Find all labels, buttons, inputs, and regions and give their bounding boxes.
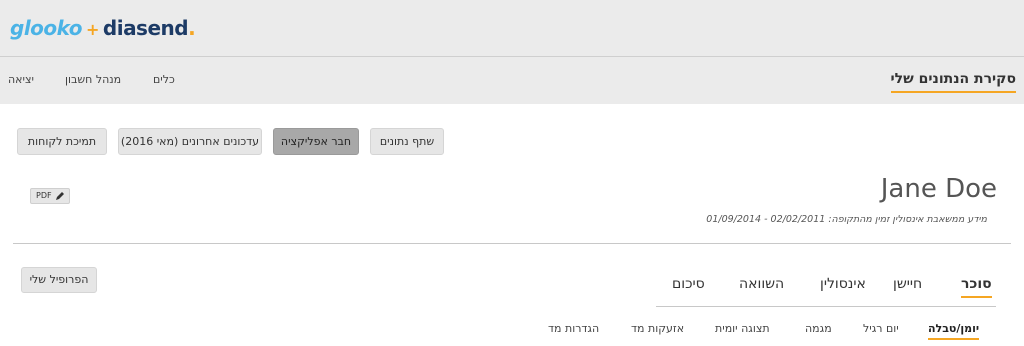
section-divider [13, 243, 1011, 244]
logo-diasend: diasend [102, 16, 189, 40]
nav-link-tools[interactable]: כלים [153, 73, 175, 86]
nav-link-account-manager[interactable]: מנהל חשבון [65, 73, 121, 86]
pencil-icon [56, 192, 64, 200]
nav-bar: כלים מנהל חשבון יציאה סקירת הנתונים שלי [0, 57, 1024, 104]
recent-updates-button[interactable]: עדכונים אחרונים (מאי 2016) [118, 128, 262, 155]
connect-app-button[interactable]: חבר אפליקציה [273, 128, 359, 155]
my-profile-button[interactable]: הפרופיל שלי [21, 267, 97, 293]
subtab-logbook[interactable]: יומן/טבלה [928, 322, 980, 340]
tab-summary[interactable]: סיכום [672, 276, 705, 292]
logo-plus: + [85, 20, 99, 39]
pdf-button[interactable]: PDF [30, 188, 70, 204]
tabs-underline [656, 306, 996, 307]
pdf-label: PDF [36, 191, 52, 200]
tab-glucose[interactable]: סוכר [961, 276, 992, 298]
subtab-typical-day[interactable]: יום רגיל [863, 322, 899, 335]
share-data-button[interactable]: שתף נתונים [370, 128, 444, 155]
logo-glooko: glooko [10, 16, 82, 40]
tab-comparison[interactable]: השוואה [739, 276, 784, 292]
data-period-text: מידע ממשאבת אינסולין זמין מהתקופה: 02/02… [706, 214, 987, 225]
customer-support-button[interactable]: תמיכת לקוחות [17, 128, 107, 155]
tab-insulin[interactable]: אינסולין [820, 276, 866, 292]
subtab-trend[interactable]: מגמה [805, 322, 832, 335]
logo-dot: . [188, 16, 196, 40]
page-title: סקירת הנתונים שלי [890, 71, 1016, 93]
top-header: glooko + diasend. [0, 0, 1024, 57]
tab-sensor[interactable]: חיישן [893, 276, 922, 292]
subtab-meter-alarms[interactable]: אזעקות מד [631, 322, 684, 335]
glooko-diasend-logo[interactable]: glooko + diasend. [10, 16, 196, 40]
patient-name: Jane Doe [880, 174, 997, 204]
nav-link-logout[interactable]: יציאה [8, 73, 34, 86]
subtab-meter-settings[interactable]: הגדרות מד [548, 322, 599, 335]
subtab-daily-view[interactable]: תצוגה יומית [715, 322, 770, 335]
